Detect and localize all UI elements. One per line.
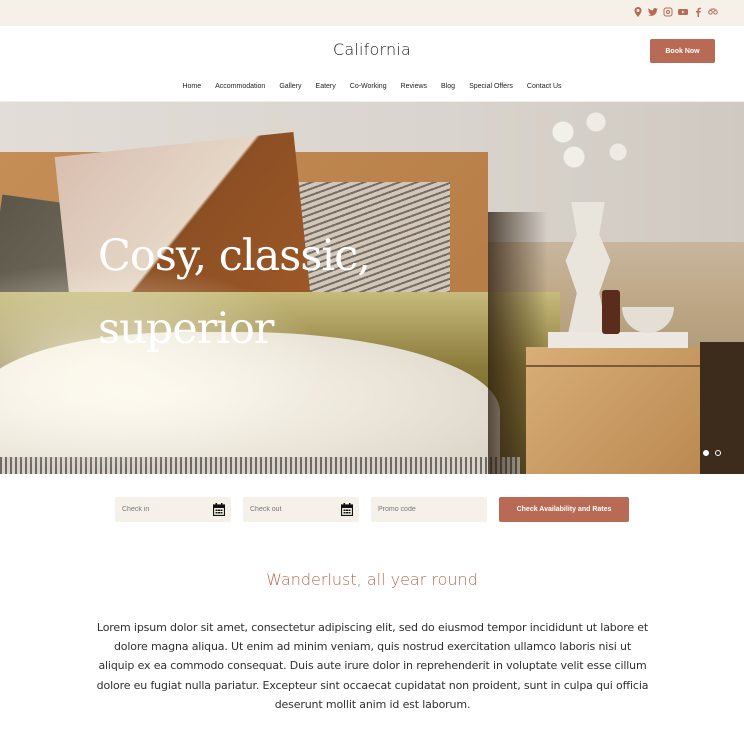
nav-item-home[interactable]: Home: [182, 83, 201, 90]
promo-code-input[interactable]: [371, 497, 487, 522]
booking-form: Check Availability and Rates: [0, 497, 744, 522]
nav-item-contact-us[interactable]: Contact Us: [527, 83, 562, 90]
twitter-icon[interactable]: [648, 6, 658, 18]
instagram-icon[interactable]: [663, 6, 673, 18]
site-header: California Book Now Home Accommodation G…: [0, 26, 744, 102]
hero-image-bowl: [622, 307, 674, 333]
facebook-icon[interactable]: [693, 6, 703, 18]
social-links: [633, 6, 718, 18]
slider-dot-1[interactable]: [703, 450, 709, 456]
nav-item-accommodation[interactable]: Accommodation: [215, 83, 265, 90]
calendar-icon[interactable]: [213, 503, 225, 516]
map-pin-icon[interactable]: [633, 6, 643, 18]
nav-item-eatery[interactable]: Eatery: [316, 83, 336, 90]
hero-image-bottle: [602, 290, 620, 334]
hero-image-book: [548, 332, 688, 348]
check-availability-button[interactable]: Check Availability and Rates: [499, 497, 629, 522]
site-logo[interactable]: California: [0, 40, 744, 59]
nav-item-gallery[interactable]: Gallery: [279, 83, 301, 90]
slider-dot-2[interactable]: [715, 450, 721, 456]
top-bar: [0, 0, 744, 26]
youtube-icon[interactable]: [678, 6, 688, 18]
calendar-icon[interactable]: [341, 503, 353, 516]
slider-dots: [703, 450, 721, 456]
nav-item-special-offers[interactable]: Special Offers: [469, 83, 513, 90]
nav-item-co-working[interactable]: Co-Working: [350, 83, 387, 90]
promo-code-field-wrapper: [371, 497, 487, 522]
intro-body: Lorem ipsum dolor sit amet, consectetur …: [96, 621, 649, 711]
main-nav: Home Accommodation Gallery Eatery Co-Wor…: [0, 83, 744, 90]
nav-item-reviews[interactable]: Reviews: [401, 83, 427, 90]
hero-image-cotton-branches: [530, 102, 640, 202]
hero-image-nightstand-drawer: [526, 365, 720, 367]
tripadvisor-icon[interactable]: [708, 6, 718, 18]
nav-item-blog[interactable]: Blog: [441, 83, 455, 90]
hero-title: Cosy, classic, superior: [98, 231, 371, 354]
book-now-button[interactable]: Book Now: [650, 39, 715, 63]
check-out-field-wrapper: [243, 497, 359, 522]
hero-slider: Cosy, classic, superior: [0, 102, 744, 474]
check-in-field-wrapper: [115, 497, 231, 522]
intro-title: Wanderlust, all year round: [266, 570, 478, 589]
